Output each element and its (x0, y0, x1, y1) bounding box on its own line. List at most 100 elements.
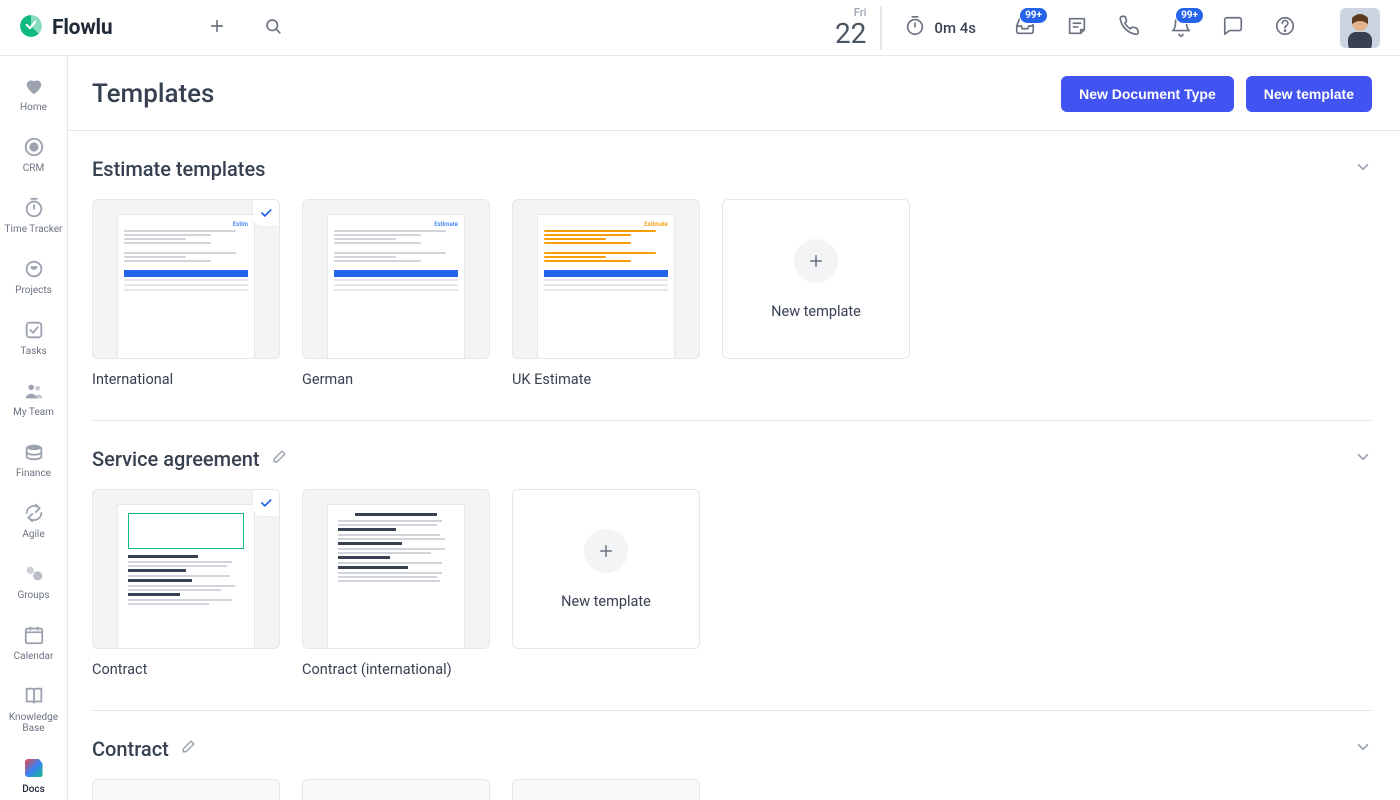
sidebar-item-label: Groups (17, 590, 49, 601)
sidebar-item-groups[interactable]: Groups (4, 558, 64, 605)
collapse-button[interactable] (1354, 158, 1372, 180)
create-button[interactable] (202, 13, 232, 43)
chat-button[interactable] (1218, 13, 1248, 43)
top-header: Flowlu Fri 22 0m 4s 99+ (0, 0, 1400, 56)
sidebar-item-docs[interactable]: Docs (4, 752, 64, 799)
app-logo[interactable]: Flowlu (18, 13, 112, 43)
template-card[interactable] (302, 779, 490, 800)
sidebar-item-my-team[interactable]: My Team (4, 375, 64, 422)
clock-icon (22, 196, 46, 220)
sidebar-item-label: CRM (23, 163, 44, 174)
template-card-uk-estimate[interactable]: Estimate UK Estimate (512, 199, 700, 388)
logo-icon (18, 13, 44, 43)
app-name: Flowlu (52, 16, 112, 40)
template-name: Contract (92, 661, 280, 678)
edit-section-button[interactable] (179, 739, 196, 760)
sidebar-item-label: Finance (16, 468, 51, 479)
sidebar-item-label: Time Tracker (5, 224, 63, 235)
sidebar-item-label: Agile (22, 529, 44, 540)
bell-badge: 99+ (1175, 7, 1204, 24)
sidebar-item-label: Knowledge Base (4, 712, 64, 734)
template-card-contract[interactable]: Contract (92, 489, 280, 678)
template-name: International (92, 371, 280, 388)
search-icon (264, 17, 282, 39)
plus-icon (794, 239, 838, 283)
sidebar-item-crm[interactable]: CRM (4, 131, 64, 178)
page-header: Templates New Document Type New template (68, 56, 1400, 131)
help-button[interactable] (1270, 13, 1300, 43)
page-title: Templates (92, 79, 214, 109)
page-actions: New Document Type New template (1061, 76, 1372, 112)
new-template-card[interactable]: New template (512, 489, 700, 649)
collapse-button[interactable] (1354, 738, 1372, 760)
section-estimate-templates: Estimate templates Estim (92, 131, 1372, 421)
edit-section-button[interactable] (270, 449, 287, 470)
sidebar-item-tasks[interactable]: Tasks (4, 314, 64, 361)
sidebar-item-label: My Team (13, 407, 54, 418)
search-button[interactable] (258, 13, 288, 43)
date-day: 22 (835, 19, 866, 48)
sidebar: Home CRM Time Tracker Projects Tasks My … (0, 56, 68, 800)
header-left-actions (202, 13, 288, 43)
template-name: Contract (international) (302, 661, 490, 678)
notes-button[interactable] (1062, 13, 1092, 43)
notifications-button[interactable]: 99+ (1166, 13, 1196, 43)
timer-widget[interactable]: 0m 4s (904, 15, 976, 41)
section-contract: Contract (92, 711, 1372, 800)
calendar-icon (22, 623, 46, 647)
sidebar-item-label: Projects (15, 285, 52, 296)
sidebar-item-time-tracker[interactable]: Time Tracker (4, 192, 64, 239)
template-card-german[interactable]: Estimate German (302, 199, 490, 388)
sidebar-item-label: Docs (22, 784, 45, 795)
sidebar-item-label: Tasks (20, 346, 46, 357)
section-title: Service agreement (92, 447, 260, 471)
date-display[interactable]: Fri 22 (835, 7, 866, 48)
plus-icon (584, 529, 628, 573)
sidebar-item-home[interactable]: Home (4, 70, 64, 117)
docs-icon (22, 756, 46, 780)
template-name: UK Estimate (512, 371, 700, 388)
team-icon (22, 379, 46, 403)
template-card-contract-intl[interactable]: Contract (international) (302, 489, 490, 678)
section-title: Contract (92, 737, 169, 761)
calls-button[interactable] (1114, 13, 1144, 43)
user-avatar[interactable] (1340, 8, 1380, 48)
heart-icon (22, 74, 46, 98)
new-template-card[interactable]: New template (722, 199, 910, 359)
preview-badge: Estimate (644, 221, 668, 228)
new-template-label: New template (771, 303, 861, 320)
header-divider (880, 6, 882, 50)
sidebar-item-calendar[interactable]: Calendar (4, 619, 64, 666)
check-icon (22, 318, 46, 342)
preview-badge: Estim (233, 221, 248, 228)
template-name: German (302, 371, 490, 388)
sidebar-item-label: Home (20, 102, 47, 113)
section-service-agreement: Service agreement (92, 421, 1372, 711)
help-icon (1274, 15, 1296, 41)
template-card-international[interactable]: Estim (92, 199, 280, 388)
sidebar-item-knowledge-base[interactable]: Knowledge Base (4, 680, 64, 738)
stopwatch-icon (904, 15, 926, 41)
sidebar-item-label: Calendar (14, 651, 54, 662)
agile-icon (22, 501, 46, 525)
plus-icon (208, 17, 226, 39)
preview-badge: Estimate (434, 221, 458, 228)
section-title: Estimate templates (92, 157, 265, 181)
main-content: Templates New Document Type New template… (68, 56, 1400, 800)
template-card[interactable] (92, 779, 280, 800)
groups-icon (22, 562, 46, 586)
template-card[interactable] (512, 779, 700, 800)
briefcase-icon (22, 257, 46, 281)
book-icon (22, 684, 46, 708)
new-template-label: New template (561, 593, 651, 610)
sidebar-item-finance[interactable]: Finance (4, 436, 64, 483)
timer-value: 0m 4s (934, 19, 976, 37)
new-document-type-button[interactable]: New Document Type (1061, 76, 1234, 112)
sidebar-item-projects[interactable]: Projects (4, 253, 64, 300)
header-right-actions: 99+ 99+ (1010, 8, 1380, 48)
finance-icon (22, 440, 46, 464)
new-template-button[interactable]: New template (1246, 76, 1372, 112)
collapse-button[interactable] (1354, 448, 1372, 470)
inbox-button[interactable]: 99+ (1010, 13, 1040, 43)
sidebar-item-agile[interactable]: Agile (4, 497, 64, 544)
